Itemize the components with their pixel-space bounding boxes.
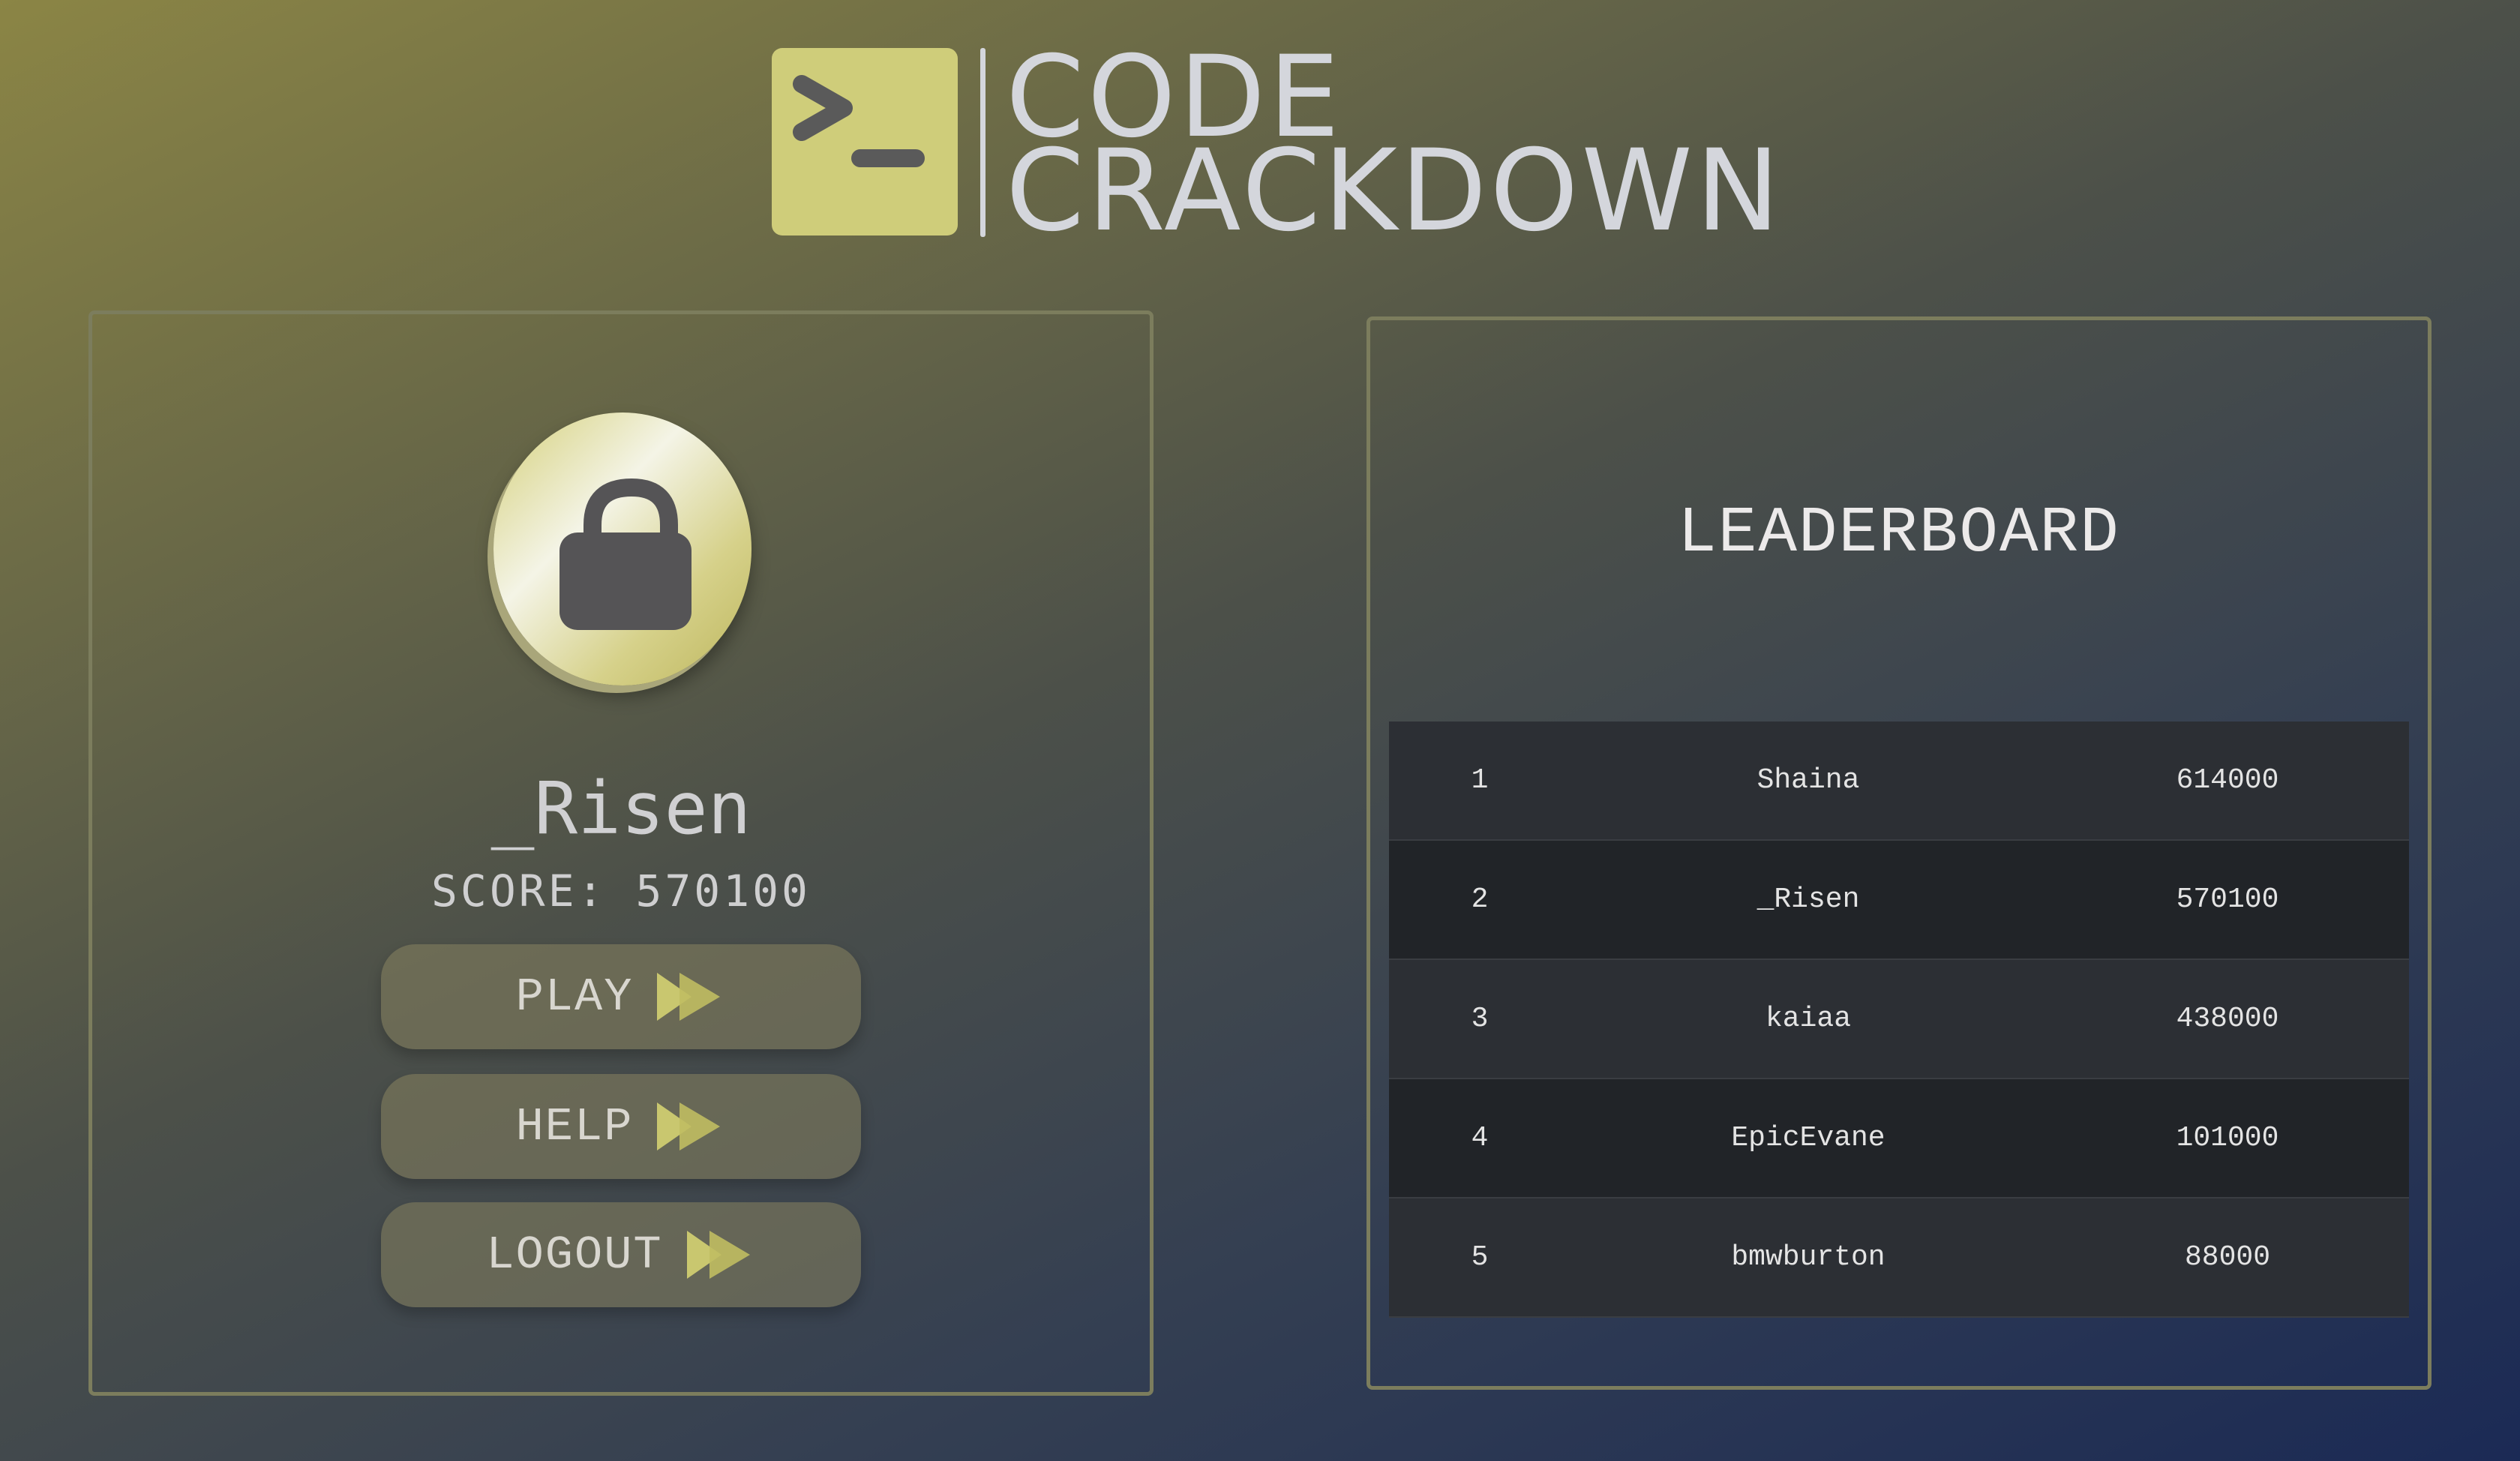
player-name-cell: bmwburton (1570, 1198, 2046, 1318)
player-name-cell: _Risen (1570, 840, 2046, 960)
logout-button[interactable]: LOGOUT (381, 1202, 861, 1307)
rank-cell: 3 (1389, 959, 1570, 1079)
rank-cell: 5 (1389, 1198, 1570, 1318)
player-score-cell: 570100 (2046, 840, 2409, 960)
score-label: SCORE: (431, 866, 607, 916)
fast-forward-icon (686, 1231, 750, 1279)
unlocked-padlock-icon (560, 478, 692, 630)
help-button-label: HELP (515, 1100, 634, 1154)
player-name-cell: Shaina (1570, 722, 2046, 841)
leaderboard-table: 1 Shaina 614000 2 _Risen 570100 3 kaiaa … (1389, 722, 2409, 1318)
player-score-cell: 438000 (2046, 959, 2409, 1079)
rank-cell: 2 (1389, 840, 1570, 960)
table-row: 4 EpicEvane 101000 (1389, 1078, 2409, 1198)
table-row: 1 Shaina 614000 (1389, 722, 2409, 841)
table-row: 3 kaiaa 438000 (1389, 959, 2409, 1079)
help-button[interactable]: HELP (381, 1074, 861, 1179)
fast-forward-icon (657, 1102, 721, 1150)
profile-score: SCORE: 570100 (0, 866, 1242, 916)
leaderboard-title: LEADERBOARD (1678, 496, 2120, 570)
logo-divider (980, 48, 986, 237)
table-row: 5 bmwburton 88000 (1389, 1198, 2409, 1318)
score-value: 570100 (635, 866, 811, 916)
player-name-cell: EpicEvane (1570, 1078, 2046, 1198)
rank-cell: 4 (1389, 1078, 1570, 1198)
player-name-cell: kaiaa (1570, 959, 2046, 1079)
table-row: 2 _Risen 570100 (1389, 840, 2409, 960)
profile-username: _Risen (490, 766, 752, 850)
play-button-label: PLAY (515, 970, 634, 1024)
logo-title-line2: CRACKDOWN (1006, 126, 1784, 256)
player-score-cell: 88000 (2046, 1198, 2409, 1318)
terminal-prompt-icon (772, 48, 958, 236)
player-score-cell: 614000 (2046, 722, 2409, 841)
rank-cell: 1 (1389, 722, 1570, 841)
profile-avatar (494, 412, 752, 686)
fast-forward-icon (657, 973, 721, 1021)
logout-button-label: LOGOUT (486, 1228, 663, 1282)
player-score-cell: 101000 (2046, 1078, 2409, 1198)
play-button[interactable]: PLAY (381, 944, 861, 1049)
